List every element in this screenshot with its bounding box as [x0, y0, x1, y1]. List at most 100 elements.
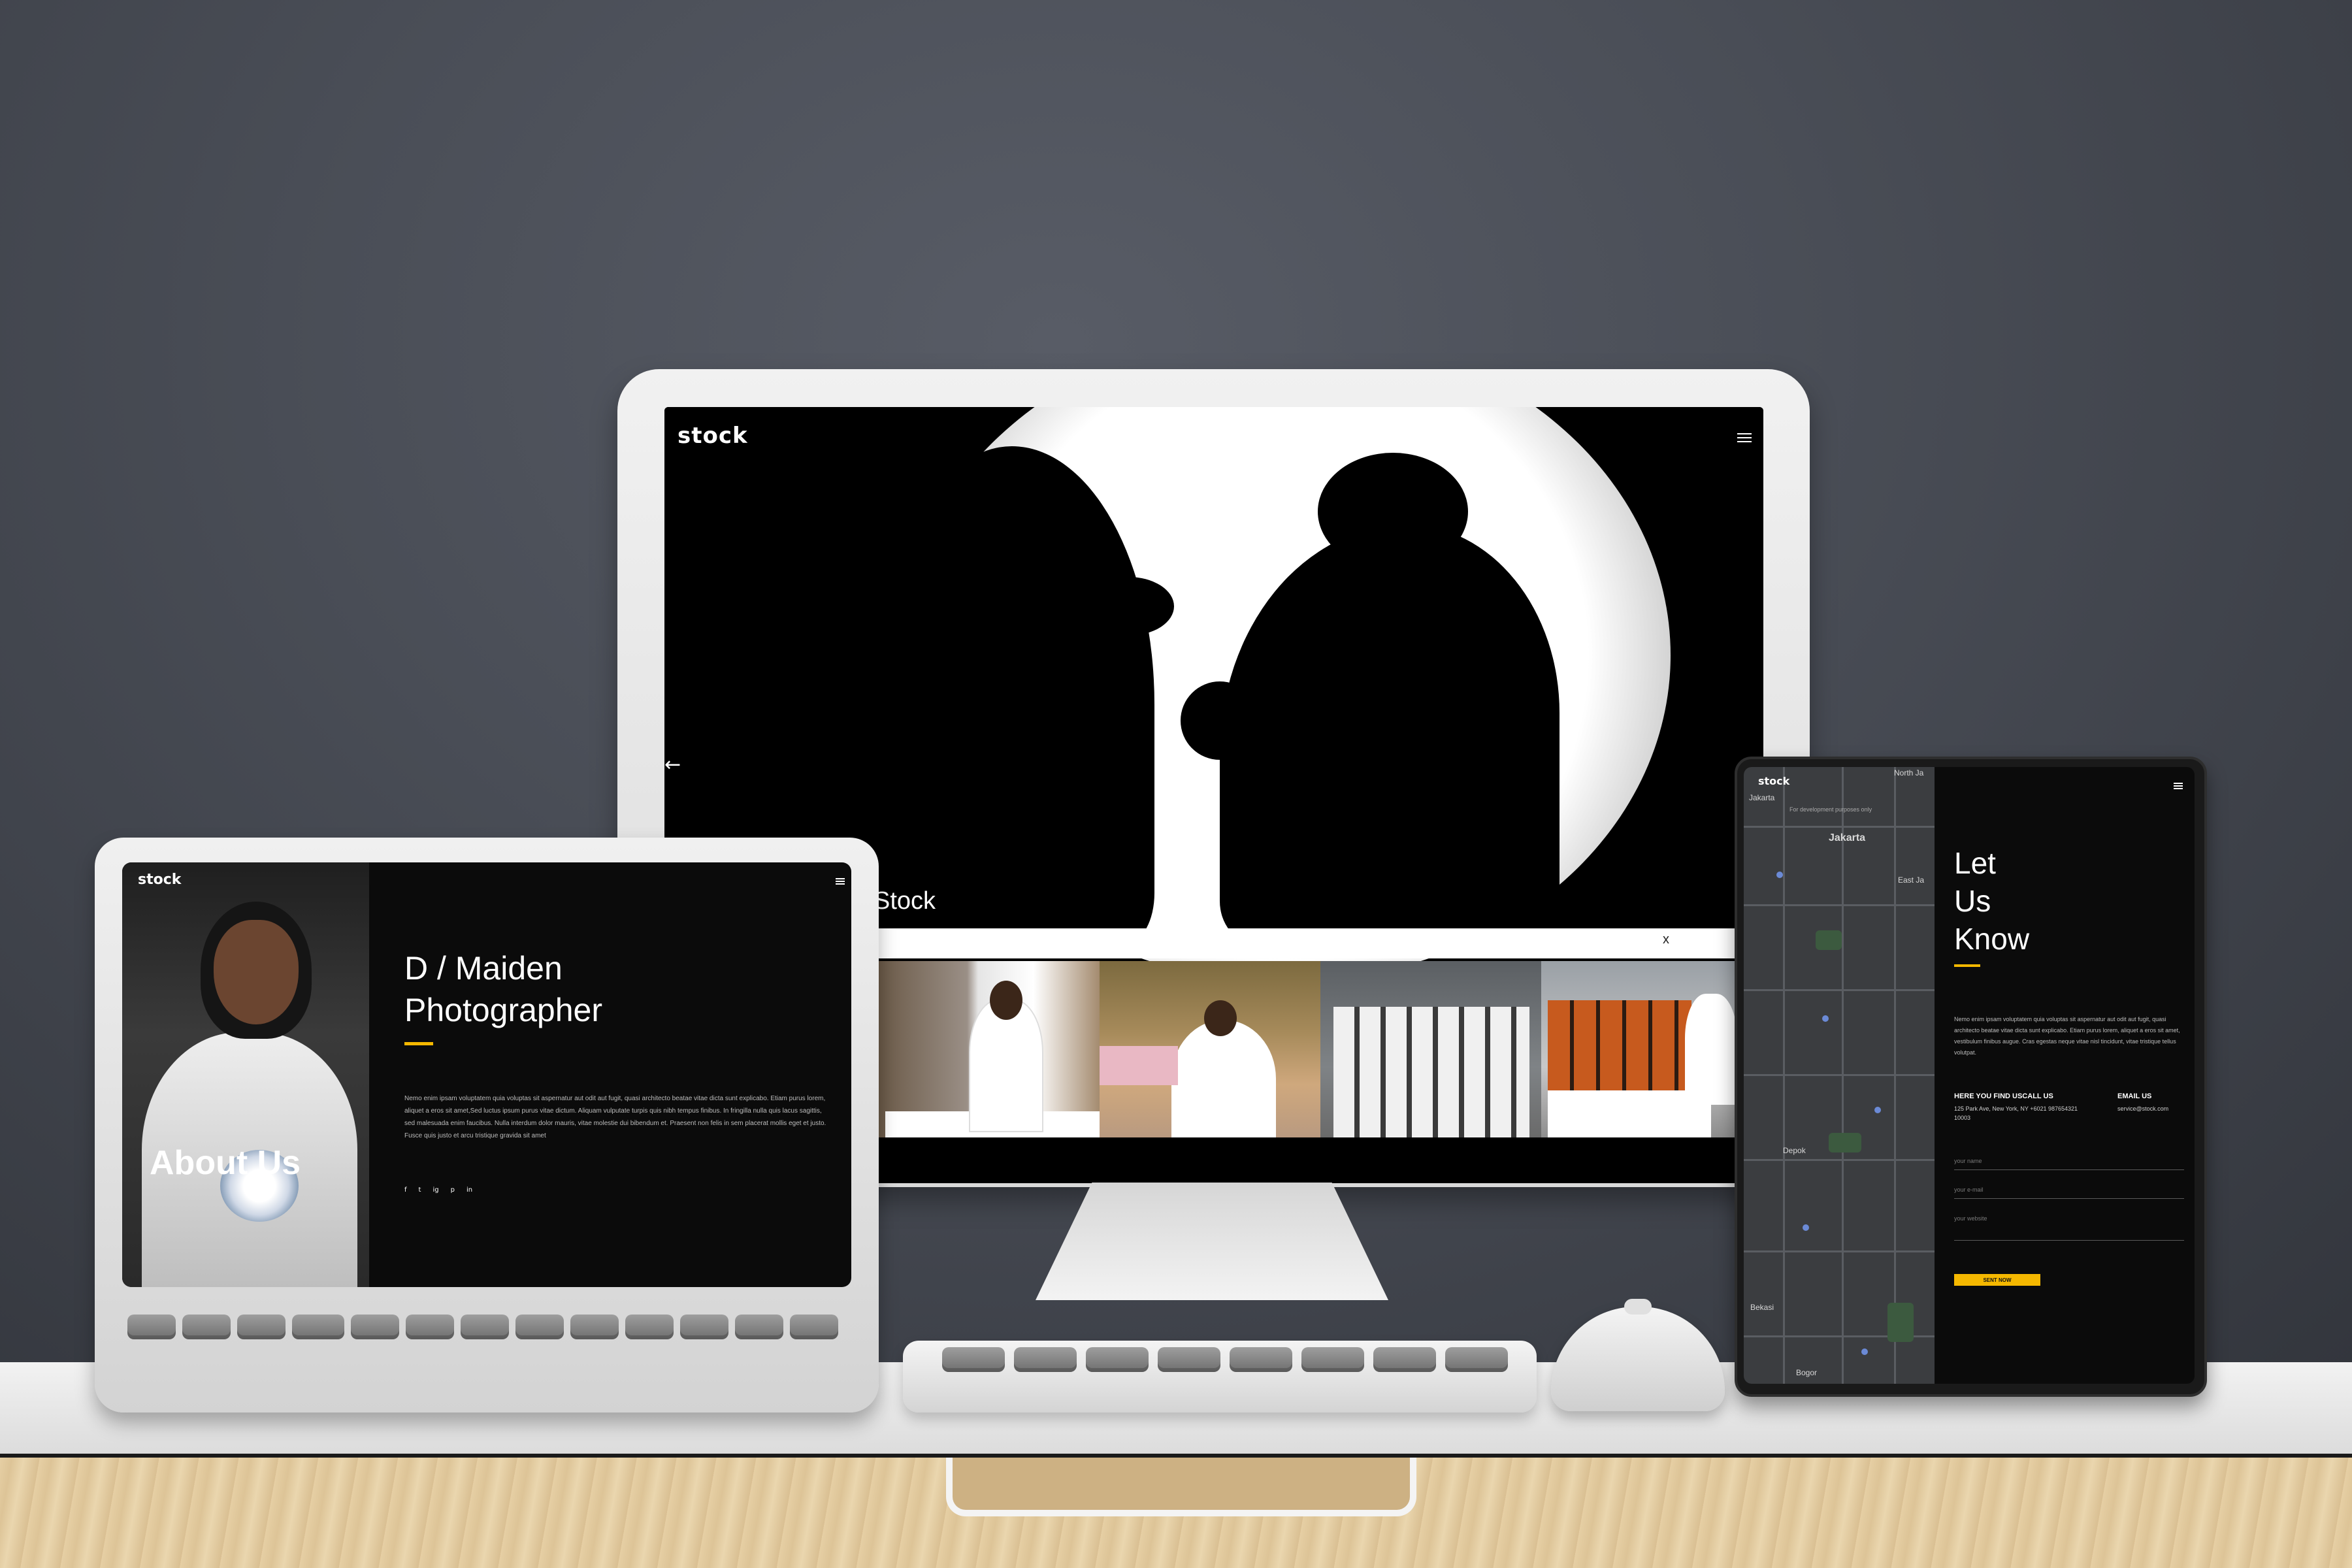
email-field[interactable]: your e-mail [1954, 1186, 2184, 1199]
keyboard-key[interactable] [237, 1315, 286, 1339]
name-field[interactable]: your name [1954, 1158, 2184, 1170]
location-map[interactable]: Jakarta Jakarta Depok Bogor Bekasi North… [1744, 767, 1935, 1384]
keyboard-key[interactable] [461, 1315, 509, 1339]
drawer-handle [946, 1458, 1416, 1516]
send-button[interactable]: SENT NOW [1954, 1274, 2040, 1286]
keyboard-key[interactable] [1086, 1347, 1149, 1372]
about-heading: D / Maiden Photographer [404, 947, 602, 1031]
keyboard-key[interactable] [1014, 1347, 1077, 1372]
gallery-thumb[interactable] [879, 961, 1100, 1137]
monitor-keyboard-base [903, 1341, 1537, 1413]
pinterest-icon[interactable]: p [451, 1186, 455, 1194]
map-pin-icon[interactable] [1874, 1107, 1881, 1113]
map-label: Bogor [1796, 1368, 1818, 1377]
site-logo[interactable]: stock [138, 872, 181, 888]
about-title: About Us [150, 1144, 301, 1182]
keyboard-key[interactable] [680, 1315, 728, 1339]
keyboard-key[interactable] [1230, 1347, 1292, 1372]
map-road [1842, 767, 1844, 1384]
site-logo[interactable]: stock [1758, 775, 1789, 787]
map-pin-icon[interactable] [1822, 1015, 1829, 1022]
bride-face [214, 920, 299, 1024]
map-road [1894, 767, 1896, 1384]
website-field[interactable]: your website [1954, 1215, 2184, 1241]
map-park [1887, 1303, 1914, 1342]
about-body-text: Nemo enim ipsam voluptatem quia voluptas… [404, 1095, 826, 1139]
title-line: Let [1954, 846, 1996, 880]
bride-face [1181, 681, 1259, 760]
hero-brand-text: Stock [874, 887, 936, 915]
keyboard-key[interactable] [1373, 1347, 1436, 1372]
twitter-icon[interactable]: t [419, 1186, 421, 1194]
map-label: East Ja [1898, 875, 1925, 885]
keyboard-key[interactable] [515, 1315, 564, 1339]
mouse-wheel [1624, 1299, 1652, 1315]
keyboard-key[interactable] [790, 1315, 838, 1339]
keyboard-key[interactable] [1445, 1347, 1508, 1372]
title-line: Know [1954, 922, 2030, 956]
map-road [1744, 826, 1935, 828]
address-heading: HERE YOU FIND USCALL US [1954, 1092, 2053, 1100]
bride-hair-bun [1318, 453, 1468, 570]
keyboard-key[interactable] [406, 1315, 454, 1339]
keyboard-key[interactable] [1158, 1347, 1220, 1372]
keyboard-key[interactable] [735, 1315, 783, 1339]
map-pin-icon[interactable] [1776, 872, 1783, 878]
linkedin-icon[interactable]: in [466, 1186, 472, 1194]
address-text: 125 Park Ave, New York, NY +6021 9876543… [1954, 1105, 2078, 1121]
map-road [1744, 904, 1935, 906]
map-label: Jakarta [1749, 793, 1775, 802]
facebook-icon[interactable]: f [404, 1186, 407, 1194]
email-column: EMAIL US service@stock.com [2117, 1092, 2168, 1122]
contact-title: Let Us Know [1954, 844, 2029, 958]
map-pin-icon[interactable] [1861, 1348, 1868, 1355]
keyboard-key[interactable] [182, 1315, 231, 1339]
accent-underline [1954, 964, 1980, 967]
contact-info: HERE YOU FIND USCALL US 125 Park Ave, Ne… [1954, 1092, 2168, 1122]
contact-body-text: Nemo enim ipsam voluptatem quia voluptas… [1954, 1016, 2180, 1056]
groom-nose [1083, 577, 1174, 636]
map-road [1783, 767, 1785, 1384]
keyboard-key[interactable] [292, 1315, 344, 1339]
map-label: Jakarta [1829, 832, 1866, 843]
keyboard-key[interactable] [127, 1315, 176, 1339]
map-road [1744, 1159, 1935, 1161]
email-heading: EMAIL US [2117, 1092, 2152, 1100]
social-links: f t ig p in [404, 1186, 472, 1194]
hamburger-icon[interactable] [1737, 431, 1752, 445]
keyboard-key[interactable] [1301, 1347, 1364, 1372]
map-park [1829, 1133, 1861, 1152]
map-road [1744, 989, 1935, 991]
email-text[interactable]: service@stock.com [2117, 1104, 2168, 1113]
map-label: For development purposes only [1789, 806, 1872, 813]
gallery-thumb[interactable] [1100, 961, 1320, 1137]
map-park [1816, 930, 1842, 950]
gallery-thumb[interactable] [1320, 961, 1541, 1137]
title-line: Us [1954, 884, 1991, 918]
monitor-stand-neck [1036, 1183, 1388, 1300]
hamburger-icon[interactable] [2174, 781, 2183, 791]
gallery-thumb[interactable] [1541, 961, 1762, 1137]
about-photo: About Us [122, 862, 369, 1287]
gallery-header [874, 928, 1763, 958]
keyboard-key[interactable] [351, 1315, 399, 1339]
arrow-left-icon[interactable]: ← [664, 753, 681, 776]
photo-gallery [879, 961, 1763, 1137]
close-icon[interactable]: x [1663, 932, 1669, 947]
keyboard-key[interactable] [570, 1315, 619, 1339]
map-label: Depok [1783, 1146, 1806, 1155]
keyboard-key[interactable] [625, 1315, 674, 1339]
heading-line: Photographer [404, 992, 603, 1028]
map-road [1744, 1250, 1935, 1252]
hamburger-icon[interactable] [836, 877, 845, 886]
laptop-device: About Us stock D / Maiden Photographer N… [95, 838, 879, 1413]
heading-line: D / Maiden [404, 950, 563, 987]
instagram-icon[interactable]: ig [433, 1186, 438, 1194]
site-logo[interactable]: stock [678, 423, 748, 449]
map-label: Bekasi [1750, 1303, 1774, 1312]
map-pin-icon[interactable] [1803, 1224, 1809, 1231]
laptop-screen: About Us stock D / Maiden Photographer N… [122, 862, 851, 1287]
keyboard-key[interactable] [942, 1347, 1005, 1372]
address-column: HERE YOU FIND USCALL US 125 Park Ave, Ne… [1954, 1092, 2091, 1122]
keyboard-keys [942, 1347, 1508, 1372]
